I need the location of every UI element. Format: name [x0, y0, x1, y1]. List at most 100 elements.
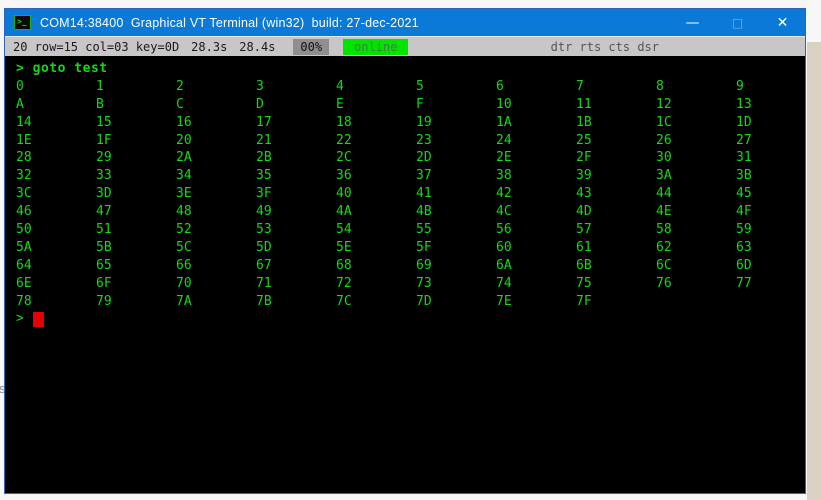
- minimize-icon: —: [686, 15, 700, 31]
- terminal-line: 0123456789: [16, 78, 805, 96]
- grid-cell: 7E: [496, 293, 576, 311]
- grid-cell: 2E: [496, 149, 576, 167]
- terminal-grid: 0123456789ABCDEF101112131415161718191A1B…: [16, 78, 805, 311]
- grid-cell: 0: [16, 78, 96, 96]
- grid-cell: 58: [656, 221, 736, 239]
- grid-cell: 53: [256, 221, 336, 239]
- prompt-char: >: [16, 310, 24, 328]
- grid-cell: 68: [336, 257, 416, 275]
- grid-cell: 66: [176, 257, 256, 275]
- grid-cell: 62: [656, 239, 736, 257]
- grid-cell: 5E: [336, 239, 416, 257]
- grid-cell: 32: [16, 167, 96, 185]
- grid-cell: 4: [336, 78, 416, 96]
- grid-cell: 6D: [736, 257, 805, 275]
- grid-cell: 5B: [96, 239, 176, 257]
- grid-cell: 59: [736, 221, 805, 239]
- grid-cell: 54: [336, 221, 416, 239]
- grid-cell: 15: [96, 114, 176, 132]
- grid-cell: 3: [256, 78, 336, 96]
- status-position-text: 20 row=15 col=03 key=0D: [13, 40, 179, 54]
- terminal-line: 3C3D3E3F404142434445: [16, 185, 805, 203]
- grid-cell: 47: [96, 203, 176, 221]
- terminal-line: 78797A7B7C7D7E7F: [16, 293, 805, 311]
- grid-cell: 42: [496, 185, 576, 203]
- grid-cell: 17: [256, 114, 336, 132]
- terminal-screen[interactable]: > goto test 0123456789ABCDEF101112131415…: [5, 56, 805, 493]
- grid-cell: C: [176, 96, 256, 114]
- grid-cell: 43: [576, 185, 656, 203]
- grid-cell: 3F: [256, 185, 336, 203]
- grid-cell: 34: [176, 167, 256, 185]
- grid-cell: 46: [16, 203, 96, 221]
- grid-cell: 19: [416, 114, 496, 132]
- grid-cell: 1: [96, 78, 176, 96]
- grid-cell: 4B: [416, 203, 496, 221]
- grid-cell: 29: [96, 149, 176, 167]
- grid-cell: 37: [416, 167, 496, 185]
- terminal-line: 50515253545556575859: [16, 221, 805, 239]
- grid-cell: 3C: [16, 185, 96, 203]
- grid-cell: 79: [96, 293, 176, 311]
- grid-cell: 7C: [336, 293, 416, 311]
- status-timer-1: 28.3s: [191, 40, 227, 54]
- grid-cell: 7F: [576, 293, 656, 311]
- grid-cell: 76: [656, 275, 736, 293]
- grid-cell: 4F: [736, 203, 805, 221]
- text-cursor: [33, 312, 44, 327]
- command-line: > goto test: [16, 60, 805, 78]
- grid-cell: 23: [416, 132, 496, 150]
- minimize-button[interactable]: —: [670, 9, 715, 36]
- grid-cell: A: [16, 96, 96, 114]
- grid-cell: 3A: [656, 167, 736, 185]
- titlebar[interactable]: >_ COM14:38400 Graphical VT Terminal (wi…: [5, 9, 805, 36]
- grid-cell: 72: [336, 275, 416, 293]
- grid-cell: 25: [576, 132, 656, 150]
- maximize-button[interactable]: □: [715, 9, 760, 36]
- grid-cell: 10: [496, 96, 576, 114]
- grid-cell: 26: [656, 132, 736, 150]
- grid-cell: 1E: [16, 132, 96, 150]
- grid-cell: 5: [416, 78, 496, 96]
- grid-cell: 40: [336, 185, 416, 203]
- grid-cell: 1F: [96, 132, 176, 150]
- grid-cell: 18: [336, 114, 416, 132]
- grid-cell: 24: [496, 132, 576, 150]
- grid-cell: 13: [736, 96, 805, 114]
- terminal-line: 6E6F7071727374757677: [16, 275, 805, 293]
- grid-cell: 1B: [576, 114, 656, 132]
- close-icon: ✕: [777, 15, 789, 31]
- grid-cell: 4A: [336, 203, 416, 221]
- grid-cell: 3B: [736, 167, 805, 185]
- terminal-window: >_ COM14:38400 Graphical VT Terminal (wi…: [4, 8, 806, 494]
- grid-cell: 5F: [416, 239, 496, 257]
- grid-cell: 22: [336, 132, 416, 150]
- grid-cell: 3E: [176, 185, 256, 203]
- desktop-background-strip: [807, 42, 821, 500]
- grid-cell: 78: [16, 293, 96, 311]
- grid-cell: 1A: [496, 114, 576, 132]
- grid-cell: D: [256, 96, 336, 114]
- grid-cell: 2D: [416, 149, 496, 167]
- grid-cell: 20: [176, 132, 256, 150]
- grid-cell: 6C: [656, 257, 736, 275]
- maximize-icon: □: [732, 16, 743, 30]
- grid-cell: 64: [16, 257, 96, 275]
- grid-cell: 7D: [416, 293, 496, 311]
- grid-cell: 49: [256, 203, 336, 221]
- grid-cell: 57: [576, 221, 656, 239]
- close-button[interactable]: ✕: [760, 9, 805, 36]
- terminal-line: 5A5B5C5D5E5F60616263: [16, 239, 805, 257]
- grid-cell: 61: [576, 239, 656, 257]
- prompt-line: >: [16, 310, 805, 328]
- grid-cell: B: [96, 96, 176, 114]
- grid-cell: 9: [736, 78, 805, 96]
- grid-cell: 51: [96, 221, 176, 239]
- status-timer-2: 28.4s: [239, 40, 275, 54]
- grid-cell: 6E: [16, 275, 96, 293]
- grid-cell: 74: [496, 275, 576, 293]
- grid-cell: 6B: [576, 257, 656, 275]
- grid-cell: 8: [656, 78, 736, 96]
- grid-cell: 7A: [176, 293, 256, 311]
- grid-cell: 4D: [576, 203, 656, 221]
